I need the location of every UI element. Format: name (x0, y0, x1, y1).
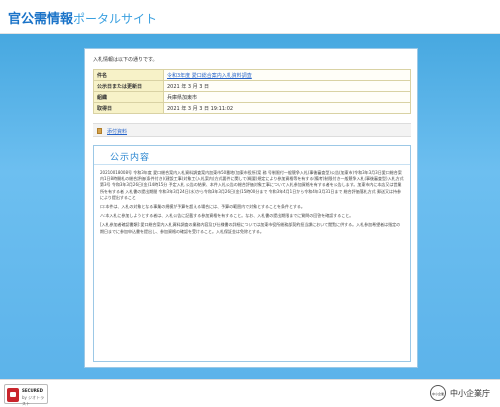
logo-sub-text: ポータルサイト (73, 12, 158, 26)
agency-emblem-icon: 中小企業庁 (430, 385, 446, 401)
info-key-org: 組織 (93, 91, 164, 103)
site-header: 官公需情報ポータルサイト (0, 0, 500, 34)
site-logo[interactable]: 官公需情報ポータルサイト (8, 8, 157, 28)
seal-line1: SECURED (22, 388, 43, 393)
info-key-title: 件名 (93, 69, 164, 81)
notice-paragraph: [入札参加者確認書類]:愛口総合案内入札資料調査の業務内容及び仕様書の詳細につい… (100, 222, 401, 234)
attachment-link[interactable]: 添付資料 (107, 128, 127, 135)
agency-logo[interactable]: 中小企業庁 中小企業庁 (430, 385, 494, 403)
security-seal[interactable]: SECURED by ジオトラスト (4, 384, 48, 406)
table-row: 組織 兵庫県加東市 (93, 91, 411, 103)
notice-paragraph: ハ:本入札に参加しようとする者は、入札公告に記載する参加資格を有すること。なお、… (100, 213, 354, 219)
info-key-date: 公示日または更新日 (93, 80, 164, 92)
info-value-org: 兵庫県加東市 (163, 91, 411, 103)
notice-body: 20210018008号 令和3年度 愛口総合案内入札資料調査案内加東市50番地… (100, 170, 404, 238)
attachment-bar: 添付資料 (93, 123, 411, 137)
table-row: 件名 令和3年度 愛口総合案内入札資料調査 (93, 69, 411, 81)
logo-main-text: 官公需情報 (8, 12, 74, 27)
info-value-fetched: 2021 年 3 月 3 日 19:11:02 (163, 102, 411, 114)
notice-panel: 公示内容 20210018008号 令和3年度 愛口総合案内入札資料調査案内加東… (93, 145, 411, 362)
lock-icon (7, 388, 19, 402)
info-value-title-link[interactable]: 令和3年度 愛口総合案内入札資料調査 (163, 69, 411, 81)
attachment-icon (97, 128, 102, 134)
notice-divider (94, 164, 410, 165)
seal-line2: by ジオトラスト (22, 395, 45, 406)
info-table: 件名 令和3年度 愛口総合案内入札資料調査 公示日または更新日 2021 年 3… (93, 69, 411, 114)
info-key-fetched: 取得日 (93, 102, 164, 114)
intro-text: 入札情報は以下の通りです。 (93, 57, 158, 63)
table-row: 取得日 2021 年 3 月 3 日 19:11:02 (93, 102, 411, 114)
table-row: 公示日または更新日 2021 年 3 月 3 日 (93, 80, 411, 92)
content-card: 入札情報は以下の通りです。 件名 令和3年度 愛口総合案内入札資料調査 公示日ま… (84, 48, 418, 368)
agency-name: 中小企業庁 (450, 389, 490, 398)
site-footer: SECURED by ジオトラスト 中小企業庁 中小企業庁 (0, 379, 500, 407)
notice-title: 公示内容 (109, 153, 150, 163)
info-value-date: 2021 年 3 月 3 日 (163, 80, 411, 92)
notice-paragraph: 20210018008号 令和3年度 愛口総合案内入札資料調査案内加東市50番地… (100, 170, 404, 200)
notice-paragraph: ロ:本件は、入札の対象となる事業の規模が予算を超える場合には、予算の範囲内で対象… (100, 204, 305, 210)
